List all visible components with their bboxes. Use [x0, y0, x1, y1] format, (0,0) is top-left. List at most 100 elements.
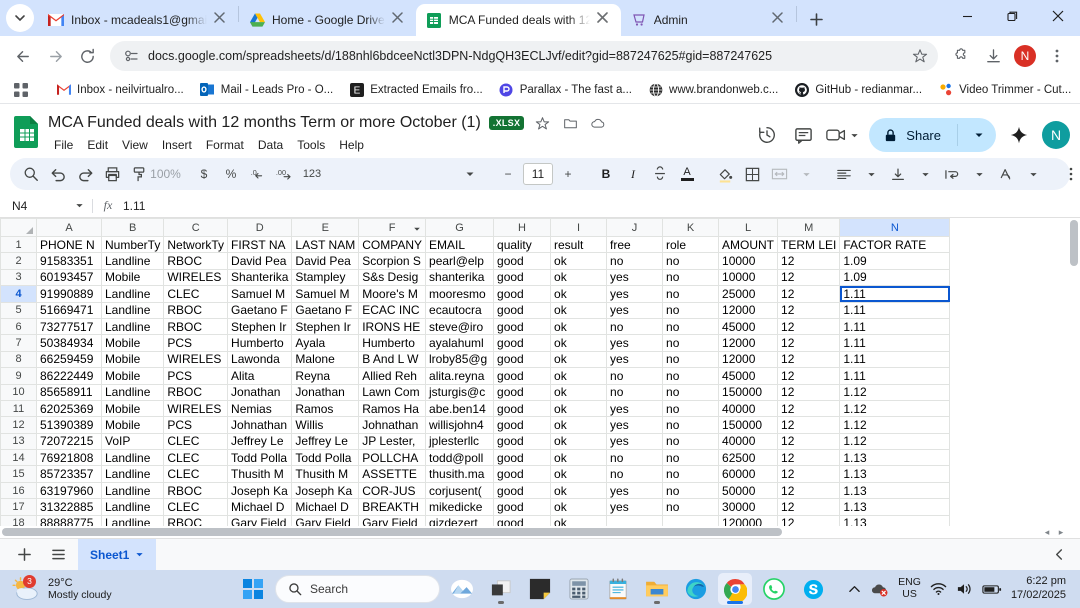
sheets-logo-icon[interactable] — [10, 112, 44, 152]
cell-N5[interactable]: 1.11 — [839, 301, 951, 319]
cell-E10[interactable]: Jonathan — [291, 383, 360, 401]
cell-A13[interactable]: 72072215 — [36, 432, 102, 451]
strikethrough-button[interactable] — [647, 161, 673, 187]
cell-H4[interactable]: good — [493, 285, 552, 303]
cell-F9[interactable]: Allied Reh — [358, 367, 427, 385]
cell-M8[interactable]: 12 — [777, 350, 841, 369]
cell-J5[interactable]: yes — [606, 301, 664, 319]
text-wrapping-button[interactable] — [939, 161, 965, 187]
chevron-down-icon[interactable] — [75, 199, 84, 213]
cell-I6[interactable]: ok — [550, 317, 608, 336]
cell-N2[interactable]: 1.09 — [839, 252, 951, 270]
cell-N1[interactable]: FACTOR RATE — [839, 235, 951, 254]
bookmark-item-0[interactable]: Inbox - neilvirtualro... — [49, 79, 191, 100]
sheet-tab-sheet1[interactable]: Sheet1 — [78, 538, 157, 571]
cell-M7[interactable]: 12 — [777, 334, 841, 352]
cell-L2[interactable]: 10000 — [718, 252, 779, 270]
row-header-1[interactable]: 1 — [0, 235, 37, 254]
cell-H12[interactable]: good — [493, 416, 552, 434]
cell-G14[interactable]: todd@poll — [425, 449, 495, 467]
cell-F12[interactable]: Johnathan — [358, 416, 427, 434]
cell-J6[interactable]: no — [606, 317, 664, 336]
wifi-icon[interactable] — [930, 582, 947, 596]
vertical-scroll-thumb[interactable] — [1070, 220, 1078, 266]
cell-I15[interactable]: ok — [550, 465, 608, 483]
percent-format-button[interactable]: % — [218, 161, 244, 187]
cell-K3[interactable]: no — [662, 268, 720, 287]
cell-G4[interactable]: mooresmo — [425, 285, 495, 303]
cell-I9[interactable]: ok — [550, 367, 608, 385]
cell-D10[interactable]: Jonathan — [227, 383, 293, 401]
close-icon[interactable] — [391, 12, 408, 28]
version-history-icon[interactable] — [754, 122, 780, 148]
cell-M12[interactable]: 12 — [777, 416, 841, 434]
cell-G12[interactable]: willisjohn4 — [425, 416, 495, 434]
cell-D6[interactable]: Stephen Ir — [227, 317, 293, 336]
cell-M6[interactable]: 12 — [777, 317, 841, 336]
cell-H7[interactable]: good — [493, 334, 552, 352]
cell-N6[interactable]: 1.11 — [839, 317, 951, 336]
vertical-align-button[interactable] — [885, 161, 911, 187]
cell-L10[interactable]: 150000 — [718, 383, 779, 401]
filter-chevron-down-icon[interactable] — [413, 224, 421, 236]
cell-C3[interactable]: WIRELES — [163, 268, 229, 287]
cell-N15[interactable]: 1.13 — [839, 465, 951, 483]
cell-A15[interactable]: 85723357 — [36, 465, 102, 483]
cell-M1[interactable]: TERM LEI — [777, 235, 841, 254]
cell-D9[interactable]: Alita — [227, 367, 293, 385]
horizontal-align-dropdown[interactable] — [858, 161, 884, 187]
cell-M4[interactable]: 12 — [777, 285, 841, 303]
cell-D2[interactable]: David Pea — [227, 252, 293, 270]
cell-F6[interactable]: IRONS HE — [358, 317, 427, 336]
minimize-button[interactable] — [945, 0, 990, 32]
row-header-5[interactable]: 5 — [0, 301, 37, 319]
cell-L7[interactable]: 12000 — [718, 334, 779, 352]
cell-G1[interactable]: EMAIL — [425, 235, 495, 254]
browser-tab-3[interactable]: Admin — [621, 4, 796, 36]
cell-L12[interactable]: 150000 — [718, 416, 779, 434]
cell-G9[interactable]: alita.reyna — [425, 367, 495, 385]
table-row[interactable]: 8 66259459 Mobile WIRELES Lawonda Malone B And… — [0, 350, 951, 369]
more-options-button[interactable] — [1058, 161, 1080, 187]
cell-L6[interactable]: 45000 — [718, 317, 779, 336]
cell-I4[interactable]: ok — [550, 285, 608, 303]
comment-icon[interactable] — [790, 122, 816, 148]
table-row[interactable]: 3 60193457 Mobile WIRELES Shanterika Stampley… — [0, 268, 951, 287]
cell-F4[interactable]: Moore's M — [358, 285, 427, 303]
cell-A17[interactable]: 31322885 — [36, 498, 102, 516]
cell-B2[interactable]: Landline — [100, 252, 165, 270]
browser-tab-0[interactable]: Inbox - mcadeals1@gmail.com — [38, 4, 238, 36]
cell-M2[interactable]: 12 — [777, 252, 841, 270]
cell-M3[interactable]: 12 — [777, 268, 841, 287]
cell-F14[interactable]: POLLCHA — [358, 449, 427, 467]
cell-D11[interactable]: Nemias — [227, 399, 293, 418]
cell-K6[interactable]: no — [662, 317, 720, 336]
show-hidden-icons-button[interactable] — [848, 583, 861, 596]
meet-camera-icon[interactable] — [826, 122, 859, 148]
cell-N7[interactable]: 1.11 — [839, 334, 951, 352]
cell-C4[interactable]: CLEC — [163, 285, 229, 303]
onedrive-error-icon[interactable] — [870, 582, 889, 597]
cell-M15[interactable]: 12 — [777, 465, 841, 483]
taskbar-app-file-explorer[interactable] — [640, 573, 674, 605]
row-header-2[interactable]: 2 — [0, 252, 37, 270]
text-rotation-button[interactable] — [993, 161, 1019, 187]
cell-I5[interactable]: ok — [550, 301, 608, 319]
cell-H16[interactable]: good — [493, 481, 552, 500]
cell-A5[interactable]: 51669471 — [36, 301, 102, 319]
cell-G13[interactable]: jplesterllc — [425, 432, 495, 451]
vertical-scrollbar[interactable] — [1068, 218, 1080, 526]
cell-C17[interactable]: CLEC — [163, 498, 229, 516]
cell-K5[interactable]: no — [662, 301, 720, 319]
cell-J12[interactable]: yes — [606, 416, 664, 434]
taskbar-app-chrome[interactable] — [718, 573, 752, 605]
cell-N11[interactable]: 1.12 — [839, 399, 951, 418]
cell-F3[interactable]: S&s Desig — [358, 268, 427, 287]
cell-C14[interactable]: CLEC — [163, 449, 229, 467]
cell-D13[interactable]: Jeffrey Le — [227, 432, 293, 451]
cell-L3[interactable]: 10000 — [718, 268, 779, 287]
cell-B3[interactable]: Mobile — [100, 268, 165, 287]
cell-A9[interactable]: 86222449 — [36, 367, 102, 385]
menu-help[interactable]: Help — [333, 137, 370, 153]
row-header-14[interactable]: 14 — [0, 449, 37, 467]
